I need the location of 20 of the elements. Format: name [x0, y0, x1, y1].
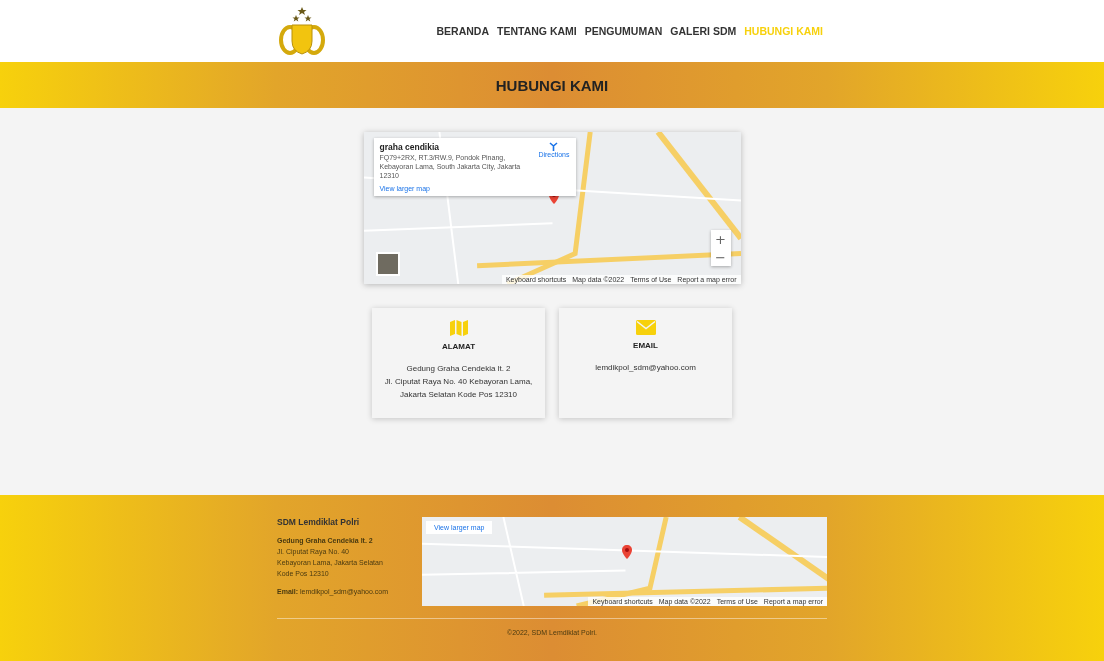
place-name: graha cendikia	[379, 142, 441, 152]
nav-link[interactable]: GALERI SDM	[670, 25, 737, 37]
satellite-thumbnail[interactable]	[375, 252, 400, 276]
page-title: HUBUNGI KAMI	[495, 76, 609, 94]
nav-link[interactable]: BERANDA	[436, 25, 489, 37]
nav-link[interactable]: TENTANG KAMI	[497, 25, 577, 37]
card-title: EMAIL	[633, 341, 658, 350]
zoom-out-button[interactable]: −	[710, 248, 731, 266]
card-text: Gedung Graha Cendekia lt. 2	[406, 363, 511, 375]
card-text: Jl. Ciputat Raya No. 40 Kebayoran Lama,	[384, 375, 533, 388]
footer-title: SDM Lemdiklat Polri	[277, 517, 361, 527]
zoom-in-button[interactable]: +	[710, 230, 731, 248]
directions-icon	[549, 142, 559, 151]
police-emblem-logo	[277, 6, 327, 56]
card-text: lemdikpol_sdm@yahoo.com	[595, 362, 696, 374]
map-icon	[449, 320, 468, 336]
nav-link[interactable]: PENGUMUMAN	[584, 25, 663, 37]
envelope-icon	[635, 320, 656, 335]
card-text: Jakarta Selatan Kode Pos 12310	[400, 388, 517, 401]
card-title: ALAMAT	[441, 342, 476, 351]
